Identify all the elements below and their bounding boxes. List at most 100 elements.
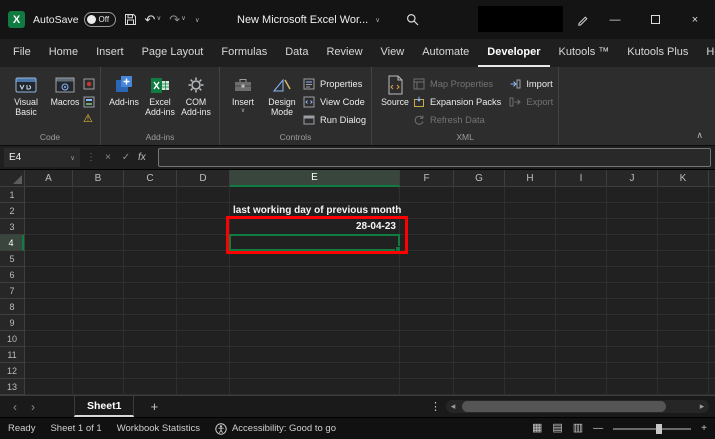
properties-button[interactable]: Properties: [303, 76, 366, 91]
row-header-7[interactable]: 7: [0, 283, 24, 299]
view-normal-icon[interactable]: ▦: [532, 423, 542, 434]
zoom-slider-thumb[interactable]: [656, 423, 663, 434]
row-header-6[interactable]: 6: [0, 267, 24, 283]
tab-formulas[interactable]: Formulas: [212, 39, 276, 67]
addins-button[interactable]: Add-ins: [106, 71, 142, 107]
tab-review[interactable]: Review: [317, 39, 371, 67]
scroll-right-icon[interactable]: ▸: [695, 401, 709, 412]
row-header-5[interactable]: 5: [0, 251, 24, 267]
sheet-nav-left-icon[interactable]: ‹: [6, 400, 24, 414]
import-button[interactable]: Import: [509, 76, 553, 91]
collapse-ribbon-icon[interactable]: ∧: [696, 130, 703, 141]
zoom-out-button[interactable]: —: [593, 423, 603, 434]
scrollbar-track[interactable]: [460, 400, 695, 413]
undo-button[interactable]: ↶ ∨: [145, 13, 162, 26]
row-header-1[interactable]: 1: [0, 187, 24, 203]
formula-input[interactable]: [158, 148, 711, 167]
close-button[interactable]: ×: [675, 0, 715, 39]
tab-file[interactable]: File: [4, 39, 40, 67]
relative-references-button[interactable]: [83, 94, 95, 109]
redo-button[interactable]: ↷ ∨: [169, 13, 186, 26]
select-all-corner[interactable]: [0, 170, 25, 187]
map-properties-button[interactable]: Map Properties: [413, 76, 501, 91]
sheet-tab-sheet1[interactable]: Sheet1: [74, 396, 135, 417]
macro-security-button[interactable]: ⚠: [83, 112, 95, 127]
row-header-11[interactable]: 11: [0, 347, 24, 363]
pen-button[interactable]: [577, 13, 589, 31]
column-header-h[interactable]: H: [505, 170, 556, 187]
undo-caret-icon[interactable]: ∨: [156, 16, 161, 23]
excel-addins-button[interactable]: Excel Add-ins: [142, 71, 178, 117]
row-header-3[interactable]: 3: [0, 219, 24, 235]
cancel-entry-button[interactable]: ×: [102, 152, 114, 163]
refresh-data-button[interactable]: Refresh Data: [413, 112, 501, 127]
column-header-j[interactable]: J: [607, 170, 658, 187]
row-header-9[interactable]: 9: [0, 315, 24, 331]
macros-button[interactable]: Macros: [47, 71, 83, 107]
export-button[interactable]: Export: [509, 94, 553, 109]
title-caret-icon[interactable]: ∨: [375, 16, 380, 24]
zoom-in-button[interactable]: +: [701, 423, 707, 434]
horizontal-scrollbar[interactable]: ◂ ▸: [446, 400, 709, 413]
insert-control-button[interactable]: Insert ∨: [225, 71, 261, 115]
add-sheet-button[interactable]: +: [146, 399, 162, 414]
save-button[interactable]: [124, 13, 137, 26]
scroll-left-icon[interactable]: ◂: [446, 401, 460, 412]
redo-caret-icon[interactable]: ∨: [181, 16, 186, 23]
run-dialog-button[interactable]: Run Dialog: [303, 112, 366, 127]
sheet-tab-options-icon[interactable]: ⋮: [430, 400, 441, 413]
autosave-switch[interactable]: Off: [83, 12, 116, 27]
expansion-packs-button[interactable]: Expansion Packs: [413, 94, 501, 109]
scrollbar-thumb[interactable]: [462, 401, 667, 412]
formula-bar-grip-icon[interactable]: ⋮: [86, 152, 96, 163]
workbook-statistics-button[interactable]: Workbook Statistics: [117, 423, 200, 434]
column-header-e[interactable]: E: [230, 170, 400, 187]
tab-view[interactable]: View: [372, 39, 414, 67]
document-title-area[interactable]: New Microsoft Excel Wor... ∨: [237, 0, 380, 39]
record-macro-button[interactable]: [83, 76, 95, 91]
accessibility-status[interactable]: Accessibility: Good to go: [215, 422, 336, 435]
column-header-a[interactable]: A: [25, 170, 73, 187]
column-header-b[interactable]: B: [73, 170, 124, 187]
column-header-i[interactable]: I: [556, 170, 607, 187]
sheet-nav-right-icon[interactable]: ›: [24, 400, 42, 414]
row-header-10[interactable]: 10: [0, 331, 24, 347]
visual-basic-button[interactable]: Visual Basic: [5, 71, 47, 117]
autosave-toggle[interactable]: AutoSave Off: [33, 12, 116, 27]
name-box-caret-icon[interactable]: ∨: [70, 154, 75, 162]
customize-qat-caret-icon[interactable]: ∨: [195, 16, 200, 24]
tab-kutools-plus[interactable]: Kutools Plus: [618, 39, 697, 67]
name-box[interactable]: E4 ∨: [4, 148, 80, 167]
source-button[interactable]: Source: [377, 71, 413, 107]
spreadsheet-grid[interactable]: last working day of previous month 28-04…: [25, 187, 715, 395]
column-header-k[interactable]: K: [658, 170, 709, 187]
tab-developer[interactable]: Developer: [478, 39, 550, 67]
view-page-layout-icon[interactable]: ▤: [552, 423, 562, 434]
minimize-button[interactable]: —: [595, 0, 635, 39]
row-header-4[interactable]: 4: [0, 235, 24, 251]
column-header-c[interactable]: C: [124, 170, 177, 187]
tab-page-layout[interactable]: Page Layout: [133, 39, 213, 67]
tab-help[interactable]: Help: [697, 39, 715, 67]
tab-home[interactable]: Home: [40, 39, 87, 67]
row-header-12[interactable]: 12: [0, 363, 24, 379]
com-addins-button[interactable]: COM Add-ins: [178, 71, 214, 117]
tab-data[interactable]: Data: [276, 39, 317, 67]
row-header-13[interactable]: 13: [0, 379, 24, 395]
column-header-g[interactable]: G: [454, 170, 505, 187]
tab-insert[interactable]: Insert: [87, 39, 133, 67]
maximize-button[interactable]: [635, 0, 675, 39]
tab-automate[interactable]: Automate: [413, 39, 478, 67]
search-button[interactable]: [406, 13, 419, 31]
tab-kutools[interactable]: Kutools ™: [550, 39, 619, 67]
column-header-f[interactable]: F: [400, 170, 454, 187]
view-page-break-icon[interactable]: ▥: [573, 423, 583, 434]
zoom-slider[interactable]: [613, 423, 692, 435]
insert-function-button[interactable]: fx: [138, 152, 152, 163]
row-header-2[interactable]: 2: [0, 203, 24, 219]
confirm-entry-button[interactable]: ✓: [120, 152, 132, 163]
view-code-button[interactable]: View Code: [303, 94, 366, 109]
column-header-d[interactable]: D: [177, 170, 230, 187]
design-mode-button[interactable]: Design Mode: [261, 71, 303, 117]
row-header-8[interactable]: 8: [0, 299, 24, 315]
